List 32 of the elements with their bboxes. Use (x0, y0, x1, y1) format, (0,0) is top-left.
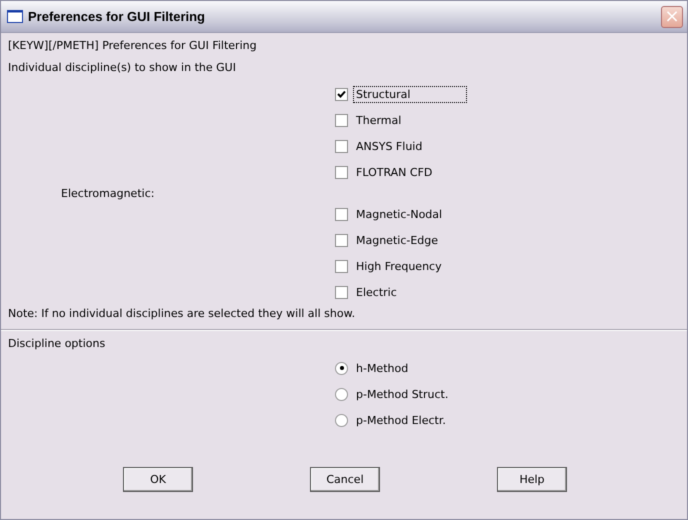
dialog-button[interactable]: Help (497, 467, 567, 492)
window-icon (7, 10, 23, 23)
checkbox[interactable] (335, 88, 348, 100)
checkbox-label[interactable]: ANSYS Fluid (353, 138, 426, 154)
checkbox-label[interactable]: Magnetic-Edge (353, 232, 442, 248)
radio-label[interactable]: p-Method Electr. (353, 412, 449, 428)
checkbox[interactable] (335, 286, 348, 298)
checkbox-label[interactable]: Structural (353, 86, 467, 102)
radio-button[interactable] (335, 388, 348, 400)
section-label: Individual discipline(s) to show in the GUI (7, 60, 237, 76)
header-text: [KEYW][/PMETH] Preferences for GUI Filtering (7, 38, 258, 54)
checkbox-label[interactable]: Electric (353, 284, 400, 300)
dialog-button[interactable]: Cancel (310, 467, 380, 492)
radio-label[interactable]: h-Method (353, 360, 412, 376)
checkbox-label[interactable]: FLOTRAN CFD (353, 164, 436, 180)
checkbox[interactable] (335, 114, 348, 126)
checkbox[interactable] (335, 208, 348, 220)
group-label: Electromagnetic: (61, 186, 154, 200)
section-label: Discipline options (7, 336, 106, 352)
radio-button[interactable] (335, 362, 348, 374)
checkbox[interactable] (335, 140, 348, 152)
checkbox-label[interactable]: Magnetic-Nodal (353, 206, 446, 222)
radio-label[interactable]: p-Method Struct. (353, 386, 452, 402)
checkbox[interactable] (335, 166, 348, 178)
checkbox-label[interactable]: High Frequency (353, 258, 445, 274)
checkbox[interactable] (335, 234, 348, 246)
checkbox[interactable] (335, 260, 348, 272)
dialog-button[interactable]: OK (123, 467, 193, 492)
note-text: Note: If no individual disciplines are selected they will all show. (7, 306, 356, 322)
radio-button[interactable] (335, 414, 348, 426)
checkbox-label[interactable]: Thermal (353, 112, 404, 128)
window-title: Preferences for GUI Filtering (28, 9, 206, 24)
